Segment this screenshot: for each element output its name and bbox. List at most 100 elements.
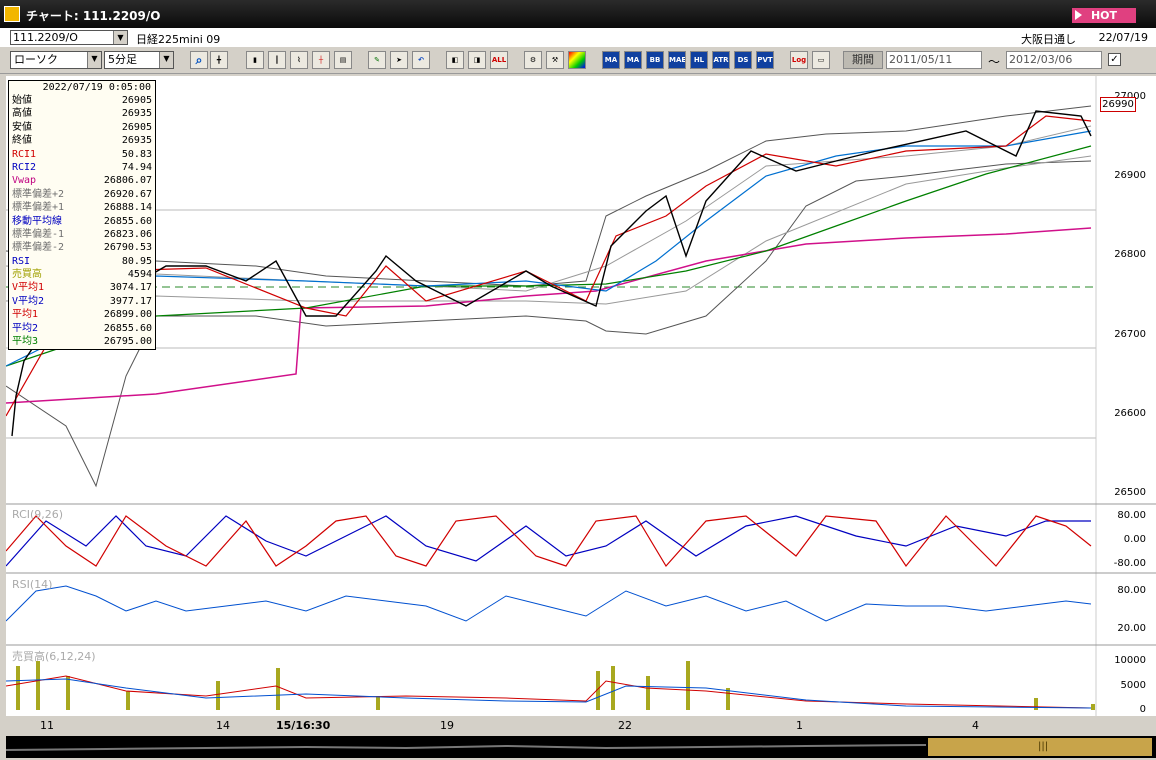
volume-label: 売買高(6,12,24) <box>12 650 96 663</box>
crosshair-icon[interactable]: ╋ <box>210 51 228 69</box>
print-icon[interactable]: ▤ <box>334 51 352 69</box>
settings-icon[interactable]: ⚙ <box>524 51 542 69</box>
data-row-value: 26899.00 <box>103 309 152 321</box>
data-row-value: 26790.53 <box>103 242 152 254</box>
price-tick: 26500 <box>1114 487 1146 498</box>
scroll-thumb[interactable]: ||| <box>928 738 1152 756</box>
data-row: 始値 26905 <box>9 94 155 107</box>
interval-select[interactable]: 5分足 ▼ <box>104 51 174 69</box>
candle-icon[interactable]: ▮ <box>246 51 264 69</box>
vol-ma1 <box>6 675 1092 709</box>
chart-canvas <box>6 76 1156 716</box>
indicator-button[interactable]: DS <box>734 51 752 69</box>
data-row: 平均2 26855.60 <box>9 322 155 335</box>
data-row: RCI2 74.94 <box>9 161 155 174</box>
data-row-value: 3074.17 <box>109 282 152 294</box>
data-row-label: 平均1 <box>12 309 39 321</box>
data-row-label: 終値 <box>12 135 32 147</box>
rci-tick: -80.00 <box>1113 558 1146 569</box>
window-title: チャート: 111.2209/O <box>26 9 161 23</box>
data-row: 平均3 26795.00 <box>9 335 155 348</box>
data-row-label: V平均2 <box>12 295 45 307</box>
data-row-value: 26935 <box>121 108 152 120</box>
date-to-value: 2012/03/06 <box>1009 53 1073 66</box>
data-row-label: Vwap <box>12 175 37 187</box>
symbol-select[interactable]: 111.2209/O ▼ <box>10 30 128 45</box>
indicator-button[interactable]: MAE <box>668 51 686 69</box>
data-row: 移動平均線 26855.60 <box>9 215 155 228</box>
indicator-button[interactable]: PVT <box>756 51 774 69</box>
chevron-down-icon[interactable]: ▼ <box>87 52 101 68</box>
grip-icon: ||| <box>1038 741 1049 752</box>
data-row: 売買高 4594 <box>9 268 155 281</box>
data-row-value: 80.95 <box>121 255 152 267</box>
data-row-value: 26795.00 <box>103 336 152 348</box>
zoom-out-icon[interactable]: ◧ <box>446 51 464 69</box>
log-button[interactable]: Log <box>790 51 808 69</box>
date-from-input[interactable]: 2011/05/11 <box>886 51 982 69</box>
period-button[interactable]: 期間 <box>843 51 883 69</box>
data-row-value: 26823.06 <box>103 228 152 240</box>
last-price-tag: 26990 <box>1100 97 1136 112</box>
window-icon[interactable]: ▭ <box>812 51 830 69</box>
data-row-value: 26888.14 <box>103 202 152 214</box>
period-checkbox[interactable]: ✓ <box>1108 53 1121 66</box>
data-row-value: 26855.60 <box>103 215 152 227</box>
tools-icon[interactable]: ⚒ <box>546 51 564 69</box>
chevron-down-icon[interactable]: ▼ <box>113 31 127 44</box>
undo-icon[interactable]: ↶ <box>412 51 430 69</box>
data-row-label: 平均3 <box>12 336 39 348</box>
data-row: 標準偏差+1 26888.14 <box>9 201 155 214</box>
data-row: V平均2 3977.17 <box>9 295 155 308</box>
data-row-label: 移動平均線 <box>12 215 62 227</box>
volume-tick: 10000 <box>1114 655 1146 666</box>
symbol-value: 111.2209/O <box>13 31 78 44</box>
zoom-in-icon[interactable]: ◨ <box>468 51 486 69</box>
rsi-line <box>6 585 1092 622</box>
chart-scrollbar[interactable]: ||| <box>6 736 1156 758</box>
x-label: 15/16:30 <box>276 719 331 732</box>
hot-badge[interactable]: HOT <box>1072 8 1136 23</box>
stripe-icon[interactable]: ┼ <box>312 51 330 69</box>
data-row-label: RSI <box>12 255 31 267</box>
price-tick: 26900 <box>1114 170 1146 181</box>
price-tick: 26800 <box>1114 249 1146 260</box>
data-row-value: 26905 <box>121 95 152 106</box>
data-row-value: 74.94 <box>121 161 152 173</box>
data-row-label: 標準偏差+2 <box>12 188 65 200</box>
title-bar: チャート: 111.2209/O HOT <box>0 0 1156 28</box>
cursor-icon[interactable]: ➤ <box>390 51 408 69</box>
x-label: 14 <box>216 719 230 732</box>
rci2-line <box>6 515 1091 567</box>
data-row-label: 標準偏差+1 <box>12 202 65 214</box>
indicator-button[interactable]: HL <box>690 51 708 69</box>
price-tick: 26700 <box>1114 329 1146 340</box>
all-button[interactable]: ALL <box>490 51 508 69</box>
rci1-line <box>6 515 1092 568</box>
x-label: 11 <box>40 719 54 732</box>
rsi-label: RSI(14) <box>12 578 53 591</box>
pen-icon[interactable]: ✎ <box>368 51 386 69</box>
bar-icon[interactable]: ┃ <box>268 51 286 69</box>
chart-area[interactable]: 27000 26900 26800 26700 26600 26500 2699… <box>6 76 1156 716</box>
rci-tick: 0.00 <box>1123 534 1146 545</box>
price-tick: 26600 <box>1114 408 1146 419</box>
data-row-label: 高値 <box>12 108 32 120</box>
date-to-input[interactable]: 2012/03/06 <box>1006 51 1102 69</box>
data-row-label: RCI2 <box>12 161 37 173</box>
chevron-down-icon[interactable]: ▼ <box>159 52 173 68</box>
zoom-icon[interactable]: ⌕ <box>190 51 208 69</box>
data-row: 標準偏差+2 26920.67 <box>9 188 155 201</box>
data-row-value: 26920.67 <box>103 188 152 200</box>
data-row-label: V平均1 <box>12 282 45 294</box>
data-row: 終値 26935 <box>9 134 155 147</box>
indicator-button[interactable]: MA <box>602 51 620 69</box>
color-icon[interactable] <box>568 51 586 69</box>
indicator-button[interactable]: BB <box>646 51 664 69</box>
data-row: 高値 26935 <box>9 107 155 120</box>
indicator-button[interactable]: ATR <box>712 51 730 69</box>
chart-type-select[interactable]: ローソク ▼ <box>10 51 102 69</box>
data-row: 安値 26905 <box>9 121 155 134</box>
indicator-button[interactable]: MA <box>624 51 642 69</box>
line-icon[interactable]: ⌇ <box>290 51 308 69</box>
